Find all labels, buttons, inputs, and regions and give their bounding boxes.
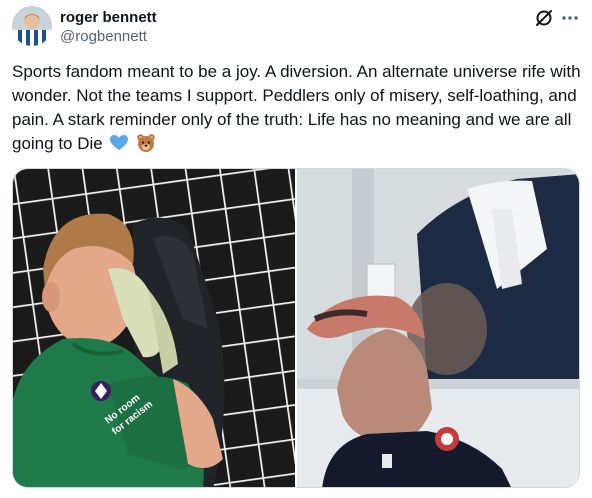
author-display-name[interactable]: roger bennett [60, 9, 157, 26]
author-handle[interactable]: @rogbennett [60, 28, 147, 45]
media-grid: No room for racism [12, 168, 580, 488]
grok-icon[interactable] [534, 8, 554, 28]
tweet-text: Sports fandom meant to be a joy. A diver… [12, 60, 582, 156]
goalkeeper-photo-icon: No room for racism [13, 169, 295, 487]
media-photo-right[interactable] [297, 169, 579, 487]
blue-heart-icon [109, 133, 129, 153]
avatar[interactable] [12, 6, 52, 46]
more-options-icon[interactable] [560, 8, 580, 28]
tweet-body: Sports fandom meant to be a joy. A diver… [12, 62, 581, 153]
profile-photo-avatar-icon [12, 6, 52, 46]
bear-face-icon [136, 133, 156, 153]
media-photo-left[interactable]: No room for racism [13, 169, 295, 487]
tweet-card: roger bennett @rogbennett Sports fandom … [0, 0, 592, 498]
fan-in-stands-photo-icon [297, 169, 579, 487]
